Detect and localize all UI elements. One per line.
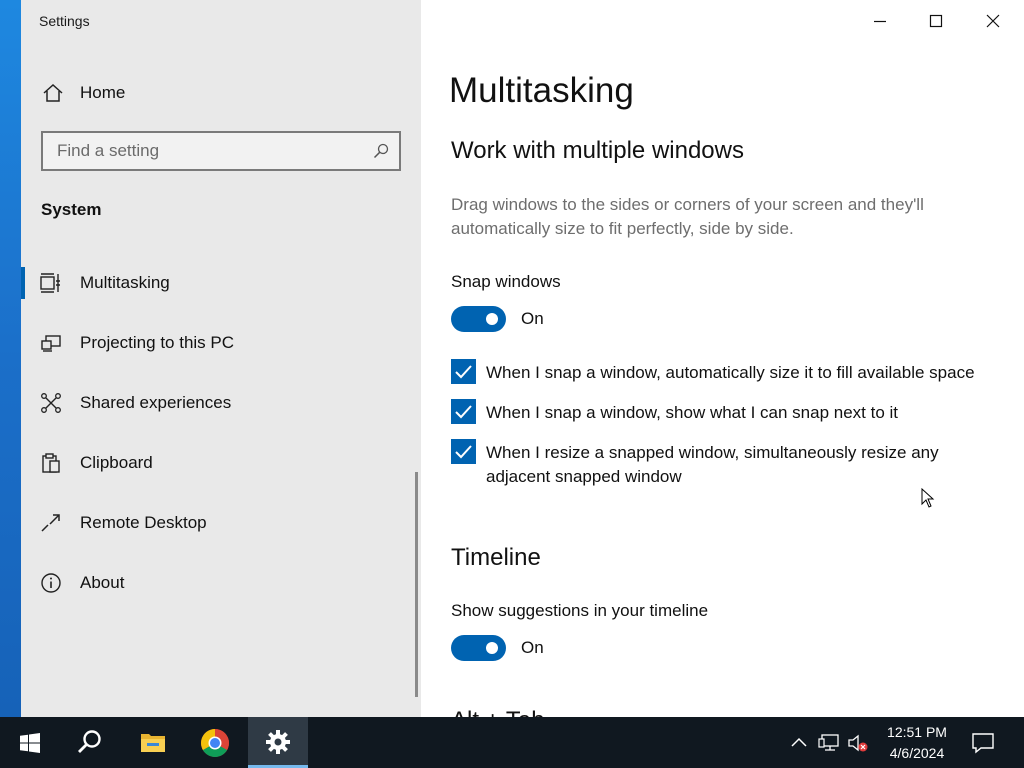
sidebar-item-clipboard[interactable]: Clipboard xyxy=(21,441,421,485)
search-box xyxy=(41,131,401,171)
taskbar-chrome[interactable] xyxy=(185,717,245,768)
checkmark-icon xyxy=(455,445,472,459)
section-description: Drag windows to the sides or corners of … xyxy=(451,195,924,238)
checkbox-label: When I resize a snapped window, simultan… xyxy=(486,443,939,486)
sidebar-item-projecting[interactable]: Projecting to this PC xyxy=(21,321,421,365)
clipboard-icon xyxy=(40,452,62,474)
sidebar-item-label: Remote Desktop xyxy=(80,513,207,532)
window-title: Settings xyxy=(39,13,90,29)
projecting-icon xyxy=(40,332,62,354)
checkbox-row: When I snap a window, automatically size… xyxy=(451,359,1011,385)
sidebar-scrollbar[interactable] xyxy=(415,472,418,697)
section-heading-timeline: Timeline xyxy=(451,544,541,571)
multitasking-icon xyxy=(40,272,62,294)
sidebar-item-remote-desktop[interactable]: Remote Desktop xyxy=(21,501,421,545)
desktop-background xyxy=(0,0,21,717)
timeline-suggestions-label: Show suggestions in your timeline xyxy=(451,601,709,620)
checkbox-row: When I snap a window, show what I can sn… xyxy=(451,399,1011,425)
snap-fill-space-checkbox[interactable] xyxy=(451,359,476,384)
chevron-up-icon[interactable] xyxy=(789,733,811,753)
sidebar-item-about[interactable]: About xyxy=(21,561,421,605)
sidebar-item-label: Home xyxy=(80,83,126,102)
file-explorer-icon xyxy=(141,734,165,752)
checkmark-icon xyxy=(455,365,472,379)
resize-adjacent-checkbox[interactable] xyxy=(451,439,476,464)
section-heading-alt-tab: Alt + Tab xyxy=(451,707,545,717)
settings-gear-icon xyxy=(266,730,290,754)
checkbox-label: When I snap a window, show what I can sn… xyxy=(486,403,899,422)
home-icon xyxy=(42,83,64,103)
snap-windows-label: Snap windows xyxy=(451,272,561,291)
remote-desktop-icon xyxy=(40,512,62,534)
sidebar-item-label: Projecting to this PC xyxy=(80,333,235,352)
shared-experiences-icon xyxy=(40,392,62,414)
checkbox-label: When I snap a window, automatically size… xyxy=(486,363,975,382)
toggle-state-label: On xyxy=(521,638,544,657)
sidebar-item-label: Shared experiences xyxy=(80,393,232,412)
checkbox-row: When I resize a snapped window, simultan… xyxy=(451,439,1011,491)
sidebar-item-label: Clipboard xyxy=(80,453,153,472)
taskbar-search-button[interactable] xyxy=(60,717,120,768)
taskbar-settings[interactable] xyxy=(248,717,308,768)
clock-time: 12:51 PM xyxy=(887,724,947,740)
clock-date: 4/6/2024 xyxy=(889,745,945,761)
timeline-suggestions-toggle[interactable] xyxy=(451,635,506,661)
network-icon[interactable] xyxy=(818,733,840,753)
chrome-icon xyxy=(201,729,229,757)
sidebar-item-multitasking[interactable]: Multitasking xyxy=(21,261,421,305)
snap-assist-checkbox[interactable] xyxy=(451,399,476,424)
checkmark-icon xyxy=(455,405,472,419)
start-button[interactable] xyxy=(0,717,60,768)
taskbar-clock[interactable]: 12:51 PM 4/6/2024 xyxy=(878,722,956,764)
search-input[interactable] xyxy=(43,133,399,169)
section-label: System xyxy=(41,200,102,219)
search-icon[interactable] xyxy=(373,143,389,159)
main-content: Multitasking Work with multiple windows … xyxy=(421,0,1024,717)
sidebar: Settings Home System Multitasking xyxy=(21,0,421,717)
sidebar-item-label: About xyxy=(80,573,125,592)
search-icon xyxy=(78,730,101,753)
section-heading-multiple-windows: Work with multiple windows xyxy=(451,137,744,164)
active-indicator xyxy=(21,267,25,299)
volume-muted-icon[interactable] xyxy=(847,733,869,753)
taskbar-file-explorer[interactable] xyxy=(123,717,183,768)
toggle-knob xyxy=(486,313,498,325)
toggle-knob xyxy=(486,642,498,654)
mouse-cursor-icon xyxy=(921,488,935,508)
info-icon xyxy=(40,572,62,594)
sidebar-item-label: Multitasking xyxy=(80,273,170,292)
sidebar-item-shared-experiences[interactable]: Shared experiences xyxy=(21,381,421,425)
notification-center-icon[interactable] xyxy=(970,731,996,755)
toggle-state-label: On xyxy=(521,309,544,328)
settings-window: Settings Home System Multitasking xyxy=(21,0,1024,717)
taskbar: 12:51 PM 4/6/2024 xyxy=(0,717,1024,768)
snap-windows-toggle[interactable] xyxy=(451,306,506,332)
page-title: Multitasking xyxy=(449,71,634,110)
sidebar-item-home[interactable]: Home xyxy=(21,72,421,114)
start-windows-icon xyxy=(20,733,40,753)
